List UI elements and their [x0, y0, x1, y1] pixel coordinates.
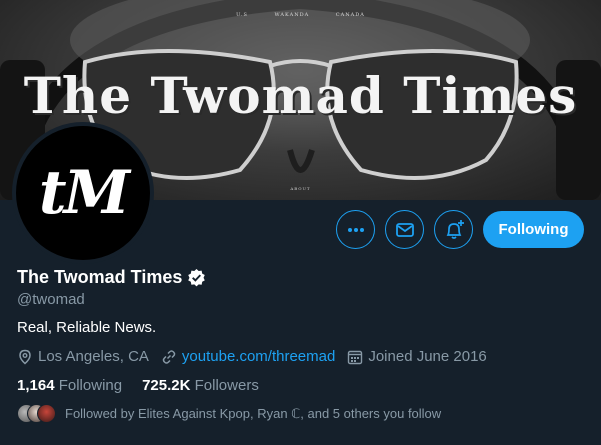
profile-meta: Los Angeles, CA youtube.com/threemad Joi…	[17, 348, 499, 365]
followers-stat[interactable]: 725.2K Followers	[142, 377, 259, 394]
location-text: Los Angeles, CA	[38, 348, 149, 365]
calendar-icon	[348, 350, 363, 364]
avatar-logo-text: tM	[38, 158, 130, 228]
profile-avatar[interactable]: tM	[12, 122, 154, 264]
link-icon	[162, 349, 176, 364]
bell-plus-icon	[446, 219, 464, 239]
banner-title: The Twomad Times	[23, 66, 578, 125]
following-button[interactable]: Following	[483, 211, 584, 248]
more-options-button[interactable]	[336, 210, 375, 249]
location-pin-icon	[19, 349, 31, 365]
verified-badge-icon	[188, 268, 206, 287]
location-item: Los Angeles, CA	[17, 348, 149, 365]
profile-stats: 1,164 Following 725.2K Followers	[17, 377, 279, 394]
following-stat[interactable]: 1,164 Following	[17, 377, 122, 394]
following-label: Following	[58, 377, 123, 394]
banner-nav-item: U.S	[236, 12, 248, 18]
mutual-followers-avatars	[17, 404, 57, 424]
more-horizontal-icon	[347, 227, 364, 232]
profile-handle: @twomad	[17, 291, 85, 308]
banner-nav-item: CANADA	[335, 12, 365, 18]
avatar	[37, 404, 56, 423]
profile-name-row: The Twomad Times	[17, 267, 206, 288]
following-count: 1,164	[17, 377, 55, 394]
message-button[interactable]	[385, 210, 424, 249]
followers-count: 725.2K	[142, 377, 191, 394]
joined-text: Joined June 2016	[368, 348, 487, 365]
banner-nav-item: WAKANDA	[274, 12, 310, 18]
website-link[interactable]: youtube.com/threemad	[182, 348, 335, 365]
banner-nav: U.S WAKANDA CANADA	[0, 12, 601, 18]
website-item[interactable]: youtube.com/threemad	[161, 348, 335, 365]
notifications-button[interactable]	[434, 210, 473, 249]
profile-name: The Twomad Times	[17, 267, 183, 287]
envelope-icon	[395, 222, 414, 237]
followers-label: Followers	[194, 377, 259, 394]
followed-by-row[interactable]: Followed by Elites Against Kpop, Ryan ℂ,…	[17, 404, 441, 424]
joined-item: Joined June 2016	[347, 348, 487, 365]
profile-bio: Real, Reliable News.	[17, 319, 157, 336]
followed-by-text: Followed by Elites Against Kpop, Ryan ℂ,…	[65, 406, 442, 421]
